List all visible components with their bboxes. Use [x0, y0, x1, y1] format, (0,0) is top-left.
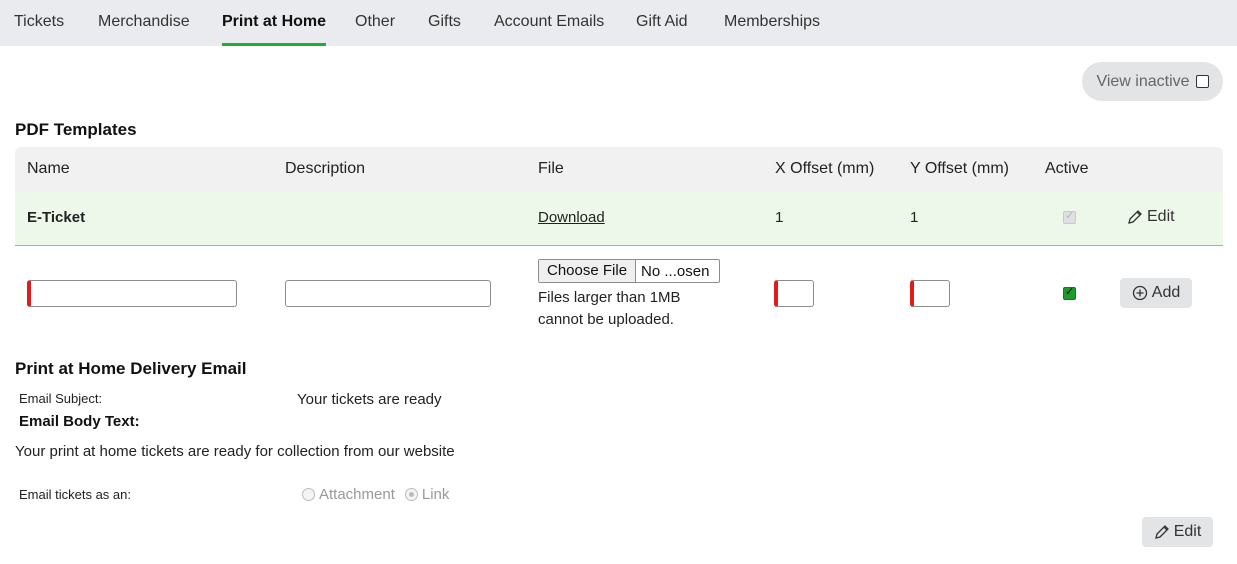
- view-inactive-checkbox[interactable]: [1195, 75, 1209, 88]
- delivery-email-title: Print at Home Delivery Email: [15, 359, 247, 378]
- view-inactive-label: View inactive: [1096, 72, 1190, 90]
- email-body-label: Email Body Text:: [19, 413, 140, 430]
- table-header: Name Description File X Offset (mm) Y Of…: [15, 147, 1223, 191]
- tab-gifts[interactable]: Gifts: [428, 0, 461, 46]
- add-template-label: Add: [1151, 284, 1181, 301]
- active-checkbox-disabled: [1063, 209, 1076, 224]
- column-header-name: Name: [27, 160, 70, 177]
- view-inactive-toggle[interactable]: View inactive: [1082, 62, 1223, 101]
- new-y-offset-input[interactable]: [910, 280, 950, 307]
- tab-gift-aid[interactable]: Gift Aid: [636, 0, 688, 46]
- pdf-templates-title: PDF Templates: [15, 120, 137, 139]
- column-header-file: File: [538, 160, 564, 177]
- new-active-checkbox[interactable]: [1063, 285, 1076, 300]
- tab-memberships[interactable]: Memberships: [724, 0, 820, 46]
- link-label: Link: [421, 486, 450, 503]
- y-offset-value: 1: [910, 209, 919, 226]
- add-template-button[interactable]: Add: [1120, 278, 1192, 308]
- attachment-radio[interactable]: [302, 488, 315, 501]
- tab-merchandise[interactable]: Merchandise: [98, 0, 190, 46]
- attachment-label: Attachment: [319, 486, 395, 503]
- pencil-icon: [1154, 525, 1169, 539]
- tab-tickets[interactable]: Tickets: [14, 0, 64, 46]
- template-name: E-Ticket: [27, 209, 86, 226]
- tab-bar: Tickets Merchandise Print at Home Other …: [0, 0, 1237, 46]
- email-format-label: Email tickets as an:: [19, 487, 131, 502]
- edit-template-button[interactable]: Edit: [1127, 208, 1175, 226]
- choose-file-button[interactable]: Choose File: [539, 260, 637, 282]
- tab-account-emails[interactable]: Account Emails: [494, 0, 604, 46]
- tab-print-at-home[interactable]: Print at Home: [222, 0, 327, 46]
- download-link[interactable]: Download: [538, 209, 605, 226]
- email-subject-label: Email Subject:: [19, 391, 103, 406]
- email-subject-value: Your tickets are ready: [297, 391, 442, 408]
- new-description-input[interactable]: [285, 280, 491, 307]
- x-offset-value: 1: [775, 209, 784, 226]
- edit-email-button[interactable]: Edit: [1142, 517, 1213, 547]
- edit-email-label: Edit: [1173, 523, 1202, 540]
- pencil-icon: [1128, 210, 1142, 224]
- table-row: E-Ticket Download 1 1 Edit: [15, 191, 1223, 246]
- email-format-options: Attachment Link: [302, 486, 449, 503]
- plus-circle-icon: [1132, 285, 1147, 301]
- file-chooser[interactable]: Choose File No ...osen: [538, 259, 720, 283]
- column-header-y-offset: Y Offset (mm): [910, 160, 1009, 177]
- email-body-value: Your print at home tickets are ready for…: [15, 443, 455, 460]
- new-name-input[interactable]: [27, 280, 237, 307]
- tab-other[interactable]: Other: [355, 0, 395, 46]
- new-x-offset-input[interactable]: [774, 280, 814, 307]
- edit-template-label: Edit: [1147, 208, 1175, 225]
- file-status: No ...osen: [641, 262, 710, 280]
- link-radio[interactable]: [404, 488, 418, 501]
- column-header-description: Description: [285, 160, 366, 177]
- column-header-x-offset: X Offset (mm): [775, 160, 875, 177]
- file-size-note: Files larger than 1MB cannot be uploaded…: [538, 289, 681, 328]
- column-header-active: Active: [1045, 160, 1089, 177]
